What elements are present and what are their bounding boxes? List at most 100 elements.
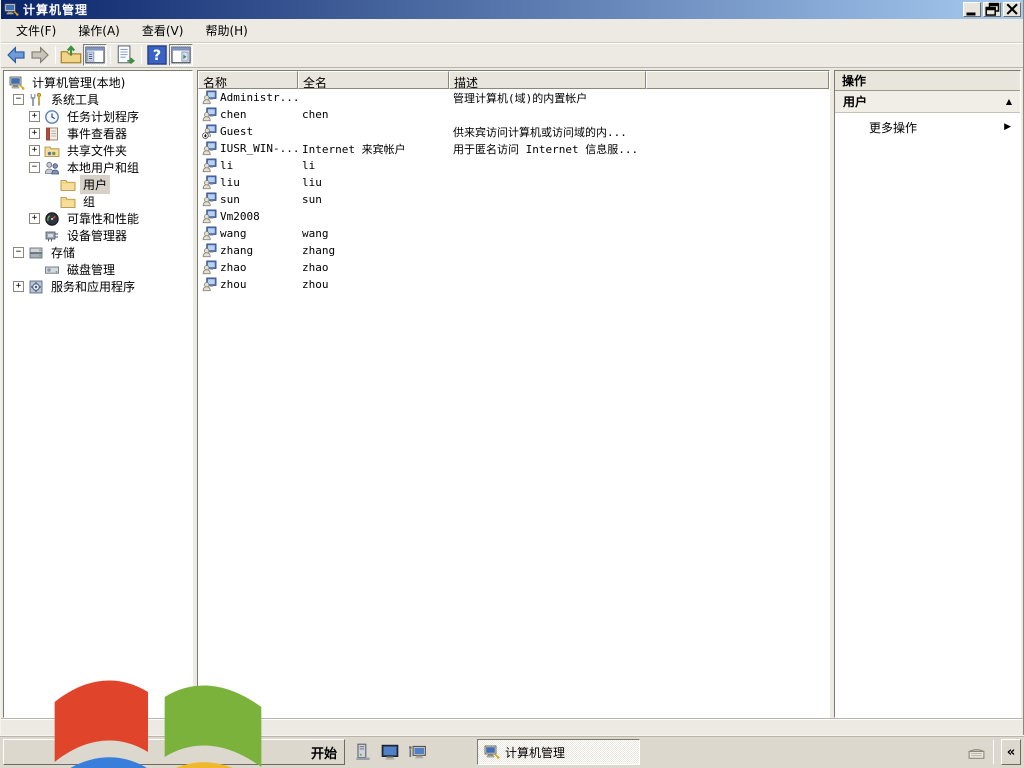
user-list-row[interactable]: zhao zhao: [198, 259, 829, 276]
computer-management-icon[interactable]: [4, 2, 19, 17]
column-header[interactable]: 全名: [298, 71, 449, 89]
user-name-cell[interactable]: chen: [198, 107, 298, 122]
tray-chevron-button[interactable]: «: [1001, 739, 1021, 765]
user-list-row[interactable]: zhang zhang: [198, 242, 829, 259]
start-button[interactable]: 开始: [3, 680, 346, 768]
expand-expander-icon[interactable]: +: [29, 145, 40, 156]
folder-icon: [60, 177, 76, 193]
quick-launch-remote-desktop[interactable]: [407, 742, 427, 762]
restore-button[interactable]: [983, 2, 1001, 17]
tree-item[interactable]: + 服务和应用程序: [4, 278, 192, 295]
taskbar-task-button[interactable]: 计算机管理: [477, 739, 641, 765]
user-name-cell[interactable]: zhou: [198, 277, 298, 292]
user-name: Guest: [220, 125, 254, 138]
user-name: IUSR_WIN-...: [220, 142, 298, 155]
user-fullname-cell: Internet 来宾帐户: [302, 142, 406, 156]
user-description-cell: 管理计算机(域)的内置帐户: [453, 91, 588, 105]
user-fullname-cell: sun: [302, 193, 322, 206]
user-icon: [202, 260, 217, 275]
collapse-expander-icon[interactable]: −: [29, 162, 40, 173]
tree-item[interactable]: 计算机管理(本地): [4, 74, 192, 91]
quick-launch-server[interactable]: [353, 742, 373, 762]
menu-item[interactable]: 文件(F): [5, 18, 67, 43]
tree-item-label[interactable]: 服务和应用程序: [48, 277, 138, 296]
user-name-cell[interactable]: Vm2008: [198, 209, 298, 224]
expand-expander-icon[interactable]: +: [29, 128, 40, 139]
user-name-cell[interactable]: IUSR_WIN-...: [198, 141, 298, 156]
user-name-cell[interactable]: Administr...: [198, 90, 298, 105]
toolbar-separator: [110, 46, 111, 64]
close-button[interactable]: [1003, 2, 1021, 17]
tray-keyboard[interactable]: [967, 743, 986, 762]
back-button[interactable]: [4, 44, 28, 66]
user-fullname-cell: wang: [302, 227, 329, 240]
quick-launch-display[interactable]: [380, 742, 400, 762]
tree-item[interactable]: 设备管理器: [4, 227, 192, 244]
up-one-level-button[interactable]: [59, 44, 83, 66]
show-console-tree-button[interactable]: [83, 44, 107, 66]
tree-item[interactable]: 组: [4, 193, 192, 210]
expand-expander-icon[interactable]: +: [13, 281, 24, 292]
actions-section-users[interactable]: 用户 ▲: [835, 91, 1020, 113]
user-list-row[interactable]: zhou zhou: [198, 276, 829, 293]
user-icon: [202, 226, 217, 241]
system-tray: «: [967, 739, 1021, 765]
user-name-cell[interactable]: wang: [198, 226, 298, 241]
user-list-row[interactable]: sun sun: [198, 191, 829, 208]
user-name: wang: [220, 227, 247, 240]
show-action-pane-button[interactable]: [169, 44, 193, 66]
menu-item[interactable]: 查看(V): [131, 18, 195, 43]
user-list-row[interactable]: IUSR_WIN-... Internet 来宾帐户 用于匿名访问 Internet…: [198, 140, 829, 157]
user-name-cell[interactable]: li: [198, 158, 298, 173]
user-list-row[interactable]: wang wang: [198, 225, 829, 242]
toolbar: ?: [1, 43, 1023, 68]
collapse-expander-icon[interactable]: −: [13, 94, 24, 105]
computer-management-icon: [9, 75, 25, 91]
start-label: 开始: [311, 746, 338, 762]
user-name-cell[interactable]: Guest: [198, 124, 298, 139]
column-header[interactable]: 描述: [449, 71, 646, 89]
minimize-button[interactable]: [963, 2, 981, 17]
user-name-cell[interactable]: liu: [198, 175, 298, 190]
user-name: Administr...: [220, 91, 298, 104]
tree-item[interactable]: 用户: [4, 175, 192, 194]
action-item-more-actions[interactable]: 更多操作 ▶: [835, 113, 1020, 141]
tree-item[interactable]: + 事件查看器: [4, 125, 192, 142]
tree-item[interactable]: 磁盘管理: [4, 261, 192, 278]
forward-button[interactable]: [28, 44, 52, 66]
user-icon: [202, 141, 217, 156]
window-title: 计算机管理: [23, 3, 89, 17]
expand-expander-icon[interactable]: +: [29, 213, 40, 224]
user-list-row[interactable]: liu liu: [198, 174, 829, 191]
collapse-expander-icon[interactable]: −: [13, 247, 24, 258]
tree-item[interactable]: + 任务计划程序: [4, 108, 192, 125]
export-list-button[interactable]: [114, 44, 138, 66]
user-name-cell[interactable]: sun: [198, 192, 298, 207]
user-list-row[interactable]: Administr... 管理计算机(域)的内置帐户: [198, 89, 829, 106]
menu-item[interactable]: 帮助(H): [194, 18, 258, 43]
user-list-row[interactable]: Vm2008: [198, 208, 829, 225]
tree-item[interactable]: − 本地用户和组: [4, 159, 192, 176]
submenu-arrow-icon: ▶: [1004, 122, 1011, 132]
user-name-cell[interactable]: zhang: [198, 243, 298, 258]
help-button[interactable]: ?: [145, 44, 169, 66]
tree-item[interactable]: + 共享文件夹: [4, 142, 192, 159]
storage-icon: [28, 245, 44, 261]
user-description-cell: 供来宾访问计算机或访问域的内...: [453, 125, 627, 139]
column-header[interactable]: 名称: [198, 71, 298, 89]
user-name-cell[interactable]: zhao: [198, 260, 298, 275]
expand-expander-icon[interactable]: +: [29, 111, 40, 122]
tree-item[interactable]: + 可靠性和性能: [4, 210, 192, 227]
tools-icon: [28, 92, 44, 108]
user-list-row[interactable]: li li: [198, 157, 829, 174]
toolbar-separator: [55, 46, 56, 64]
tree-item[interactable]: − 存储: [4, 244, 192, 261]
tree-item[interactable]: − 系统工具: [4, 91, 192, 108]
user-list-row[interactable]: Guest 供来宾访问计算机或访问域的内...: [198, 123, 829, 140]
actions-pane-header: 操作: [835, 71, 1020, 91]
gauge-icon: [44, 211, 60, 227]
help-icon: ?: [146, 44, 168, 66]
menu-item[interactable]: 操作(A): [67, 18, 131, 43]
user-list-row[interactable]: chen chen: [198, 106, 829, 123]
collapse-arrow-icon[interactable]: ▲: [1006, 97, 1012, 106]
